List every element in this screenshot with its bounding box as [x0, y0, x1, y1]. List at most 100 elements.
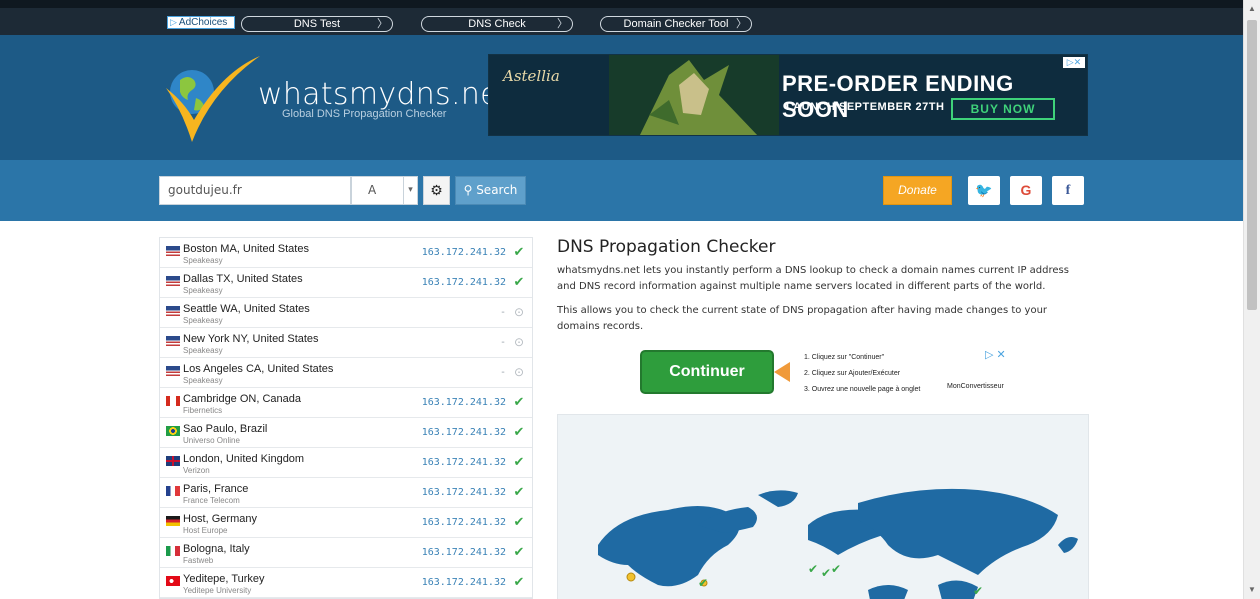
- settings-button[interactable]: ⚙: [423, 176, 450, 205]
- result-ip[interactable]: -: [500, 367, 506, 378]
- result-row[interactable]: London, United Kingdom Verizon 163.172.241…: [160, 448, 532, 478]
- result-row[interactable]: Seattle WA, United States Speakeasy - ⊙: [160, 298, 532, 328]
- check-icon: ✔: [513, 244, 525, 259]
- record-type-select[interactable]: A ▾: [351, 176, 418, 205]
- pending-icon: ⊙: [513, 365, 525, 379]
- result-provider: France Telecom: [183, 496, 240, 505]
- ad-close-icon[interactable]: ▷✕: [1063, 57, 1085, 68]
- twitter-icon[interactable]: 🐦: [968, 176, 1000, 205]
- result-location: London, United Kingdom: [183, 453, 305, 465]
- flag-icon: [166, 456, 180, 466]
- domain-search-input[interactable]: goutdujeu.fr: [159, 176, 351, 205]
- chevron-right-icon: 〉: [377, 18, 388, 30]
- result-provider: Fibernetics: [183, 406, 223, 415]
- result-location: Cambridge ON, Canada: [183, 393, 302, 405]
- globe-check-logo-icon[interactable]: [162, 50, 262, 146]
- search-button-label: Search: [476, 183, 518, 197]
- result-ip[interactable]: 163.172.241.32: [422, 397, 506, 408]
- top-link-domain-checker[interactable]: Domain Checker Tool 〉: [600, 16, 752, 32]
- result-ip[interactable]: 163.172.241.32: [422, 247, 506, 258]
- result-row[interactable]: Bologna, Italy Fastweb 163.172.241.32 ✔: [160, 538, 532, 568]
- result-provider: Universo Online: [183, 436, 240, 445]
- result-ip[interactable]: 163.172.241.32: [422, 427, 506, 438]
- flag-icon: [166, 576, 180, 586]
- banner-brand: Astellia: [503, 67, 560, 85]
- svg-text:✔: ✔: [698, 576, 708, 590]
- result-ip[interactable]: 163.172.241.32: [422, 457, 506, 468]
- flag-icon: [166, 396, 180, 406]
- result-row[interactable]: Cambridge ON, Canada Fibernetics 163.172.2…: [160, 388, 532, 418]
- result-ip[interactable]: -: [500, 337, 506, 348]
- continuer-button[interactable]: Continuer: [640, 350, 774, 394]
- ad-close-icon[interactable]: ▷ ✕: [985, 348, 1006, 361]
- result-provider: Verizon: [183, 466, 210, 475]
- pending-icon: ⊙: [513, 335, 525, 349]
- result-provider: Yeditepe University: [183, 586, 252, 595]
- flag-icon: [166, 276, 180, 286]
- result-row[interactable]: Dallas TX, United States Speakeasy 163.172…: [160, 268, 532, 298]
- scroll-up-icon[interactable]: ▲: [1244, 2, 1260, 16]
- result-row[interactable]: Los Angeles CA, United States Speakeasy - ⊙: [160, 358, 532, 388]
- top-ad-bar: ▷ AdChoices DNS Test 〉 DNS Check 〉 Domain C…: [0, 0, 1243, 35]
- arrow-left-icon: [774, 362, 790, 382]
- flag-icon: [166, 306, 180, 316]
- top-link-label: DNS Test: [293, 18, 341, 30]
- vertical-scrollbar[interactable]: ▲ ▼: [1243, 0, 1260, 599]
- chevron-down-icon: ▾: [403, 177, 417, 204]
- scroll-down-icon[interactable]: ▼: [1244, 583, 1260, 597]
- result-row[interactable]: New York NY, United States Speakeasy - ⊙: [160, 328, 532, 358]
- adchoices-label: AdChoices: [178, 17, 228, 28]
- result-provider: Speakeasy: [183, 286, 223, 295]
- adchoices-icon: ▷: [170, 17, 177, 27]
- svg-text:✔: ✔: [831, 562, 841, 576]
- result-provider: Speakeasy: [183, 346, 223, 355]
- check-icon: ✔: [513, 424, 525, 439]
- result-row[interactable]: Paris, France France Telecom 163.172.241.3…: [160, 478, 532, 508]
- result-ip[interactable]: -: [500, 307, 506, 318]
- result-provider: Speakeasy: [183, 316, 223, 325]
- svg-text:✔: ✔: [973, 584, 983, 598]
- inline-ad[interactable]: Continuer 1. Cliquez sur "Continuer" 2. …: [640, 348, 1035, 398]
- result-ip[interactable]: 163.172.241.32: [422, 277, 506, 288]
- ad-step: 2. Cliquez sur Ajouter/Exécuter: [804, 370, 901, 377]
- world-map-graphic: ✔ ✔ ✔ ✔ ✔: [598, 488, 1078, 599]
- top-link-label: DNS Check: [468, 18, 526, 30]
- ad-step: 3. Ouvrez une nouvelle page à onglet: [804, 386, 921, 393]
- top-link-dns-test[interactable]: DNS Test 〉: [241, 16, 393, 32]
- top-link-dns-check[interactable]: DNS Check 〉: [421, 16, 573, 32]
- result-ip[interactable]: 163.172.241.32: [422, 547, 506, 558]
- site-tagline: Global DNS Propagation Checker: [282, 108, 447, 120]
- banner-subline: LAUNCH SEPTEMBER 27TH: [786, 101, 945, 113]
- check-icon: ✔: [513, 514, 525, 529]
- facebook-icon[interactable]: f: [1052, 176, 1084, 205]
- record-type-value: A: [368, 183, 377, 197]
- site-name[interactable]: whatsmydns.net: [258, 77, 511, 112]
- result-row[interactable]: Sao Paulo, Brazil Universo Online 163.172.…: [160, 418, 532, 448]
- buy-now-button[interactable]: BUY NOW: [951, 98, 1055, 120]
- result-ip[interactable]: 163.172.241.32: [422, 487, 506, 498]
- result-location: Host, Germany: [183, 513, 257, 525]
- check-icon: ✔: [513, 274, 525, 289]
- result-row[interactable]: Boston MA, United States Speakeasy 163.172…: [160, 238, 532, 268]
- adchoices-badge[interactable]: ▷ AdChoices: [167, 16, 235, 29]
- google-icon[interactable]: G: [1010, 176, 1042, 205]
- banner-ad[interactable]: Astellia PRE-ORDER ENDING SOON LAUNCH SE…: [488, 54, 1088, 136]
- result-row[interactable]: Yeditepe, Turkey Yeditepe University 163.1…: [160, 568, 532, 598]
- result-location: Paris, France: [183, 483, 249, 495]
- check-icon: ✔: [513, 484, 525, 499]
- world-map[interactable]: ✔ ✔ ✔ ✔ ✔: [557, 414, 1089, 599]
- result-location: New York NY, United States: [183, 333, 319, 345]
- result-location: Boston MA, United States: [183, 243, 309, 255]
- search-button[interactable]: ⚲ Search: [455, 176, 526, 205]
- results-list: Boston MA, United States Speakeasy 163.172…: [159, 237, 533, 599]
- result-row[interactable]: Host, Germany Host Europe 163.172.241.32 ✔: [160, 508, 532, 538]
- check-icon: ✔: [513, 394, 525, 409]
- flag-icon: [166, 546, 180, 556]
- search-icon: ⚲: [463, 183, 473, 197]
- result-ip[interactable]: 163.172.241.32: [422, 517, 506, 528]
- scrollbar-thumb[interactable]: [1247, 20, 1257, 310]
- result-location: Bologna, Italy: [183, 543, 250, 555]
- donate-button[interactable]: Donate: [883, 176, 952, 205]
- result-ip[interactable]: 163.172.241.32: [422, 577, 506, 588]
- check-icon: ✔: [513, 544, 525, 559]
